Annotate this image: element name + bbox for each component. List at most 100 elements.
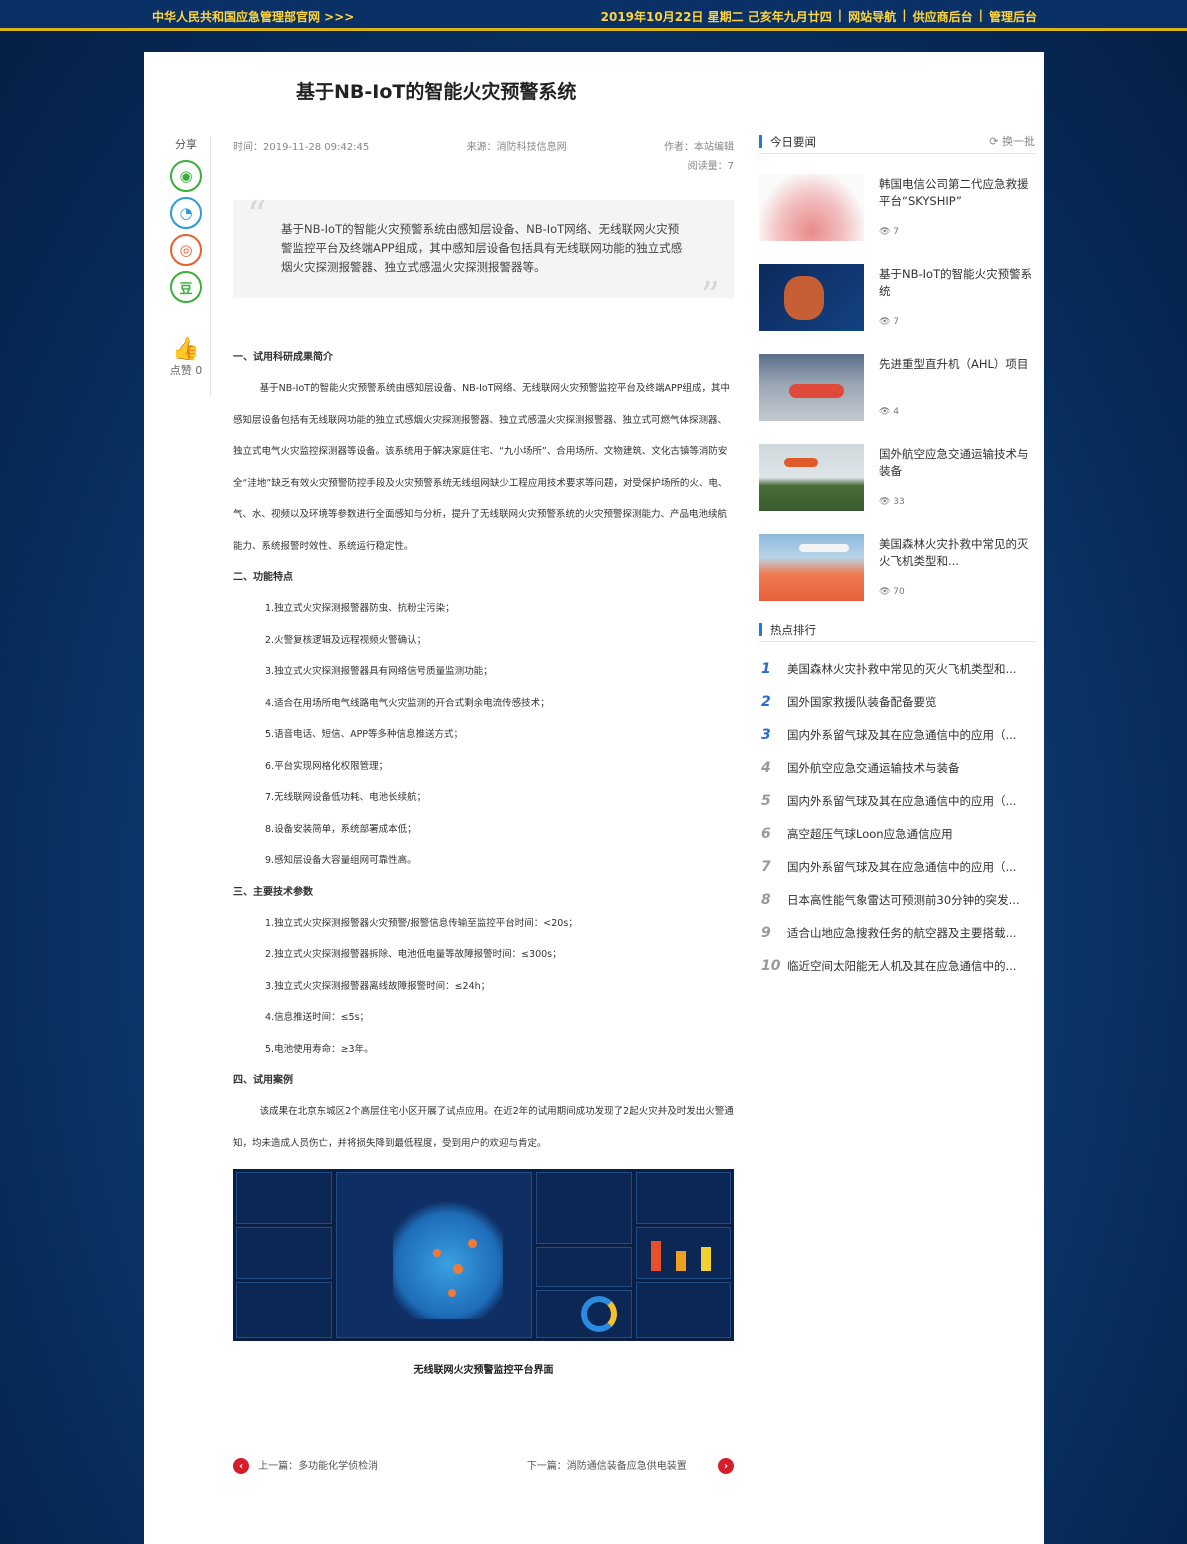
prev-article-title: 上一篇：多功能化学侦检消 [258,1461,379,1472]
feature-item: 7.无线联网设备低功耗、电池长续航； [265,792,427,803]
ranking-item[interactable]: 8 日本高性能气象雷达可预测前30分钟的突发... [759,883,1035,916]
hot-ranking-title: 热点排行 [770,623,816,637]
site-name-link[interactable]: 中华人民共和国应急管理部官网 >>> [152,8,354,25]
admin-backend-link[interactable]: 管理后台 [989,8,1037,25]
like-count: 点赞 0 [169,364,203,377]
douban-icon: 豆 [179,281,193,297]
qq-share-button[interactable]: ◔ [170,197,202,229]
eye-icon: 👁 [879,227,894,237]
news-item[interactable]: 基于NB-IoT的智能火灾预警系统 👁 7 [759,264,1035,354]
refresh-icon: ⟳ [989,135,1002,148]
prev-article-link[interactable]: ‹ 上一篇：多功能化学侦检消 [233,1457,378,1474]
wechat-share-button[interactable]: ◉ [170,160,202,192]
ranking-item[interactable]: 5 国内外系留气球及其在应急通信中的应用（... [759,784,1035,817]
news-thumbnail [759,174,864,241]
hot-ranking-list: 1 美国森林火灾扑救中常见的灭火飞机类型和... 2 国外国家救援队装备配备要览 3… [759,652,1035,982]
next-article-link[interactable]: 下一篇：消防通信装备应急供电装置 › [527,1457,734,1474]
chevron-left-icon: ‹ [233,1458,249,1474]
feature-item: 8.设备安装简单，系统部署成本低； [265,823,417,835]
hot-ranking-header: 热点排行 [759,622,1035,642]
thumbs-up-icon: 👍 [172,337,200,362]
view-count: 👁 33 [879,497,905,507]
ranking-item[interactable]: 7 国内外系留气球及其在应急通信中的应用（... [759,850,1035,883]
article-source: 来源：消防科技信息网 [466,142,567,153]
eye-icon: 👁 [879,587,894,597]
dashboard-image [233,1169,734,1341]
share-label: 分享 [175,138,197,151]
news-thumbnail [759,354,864,421]
news-title: 美国森林火灾扑救中常见的灭火飞机类型和... [879,537,1029,568]
section-paragraph: 基于NB-IoT的智能火灾预警系统由感知层设备、NB-IoT网络、无线联网火灾预… [233,383,730,552]
feature-item: 4.适合在用场所电气线路电气火灾监测的开合式剩余电流传感技术； [265,697,550,709]
refresh-button[interactable]: ⟳ 换一批 [989,133,1035,149]
spec-item: 4.信息推送时间：≤5s； [265,1012,370,1023]
spec-item: 1.独立式火灾探测报警器火灾预警/报警信息传输至监控平台时间：<20s； [265,917,578,929]
qq-icon: ◔ [179,204,193,222]
view-count: 👁 4 [879,407,900,417]
ranking-item[interactable]: 4 国外航空应急交通运输技术与装备 [759,751,1035,784]
summary-quote: “ 基于NB-IoT的智能火灾预警系统由感知层设备、NB-IoT网络、无线联网火… [233,193,734,315]
section-paragraph: 该成果在北京东城区2个高层住宅小区开展了试点应用。在近2年的试用期间成功发现了2… [233,1106,734,1149]
date-text: 2019年10月22日 星期二 己亥年九月廿四 [600,10,832,24]
article-meta: 时间：2019-11-28 09:42:45 来源：消防科技信息网 作者：本站编… [233,138,734,172]
eye-icon: 👁 [879,407,894,417]
section-heading: 一、试用科研成果简介 [233,352,333,363]
feature-item: 6.平台实现网格化权限管理； [265,760,389,772]
view-count: 👁 7 [879,227,900,237]
spec-item: 3.独立式火灾探测报警器离线故障报警时间：≤24h； [265,980,491,992]
ranking-item[interactable]: 10 临近空间太阳能无人机及其在应急通信中的... [759,949,1035,982]
article-body: 一、试用科研成果简介 基于NB-IoT的智能火灾预警系统由感知层设备、NB-Io… [233,342,734,1376]
ranking-item[interactable]: 1 美国森林火灾扑救中常见的灭火飞机类型和... [759,652,1035,685]
eye-icon: 👁 [879,317,894,327]
article-title: 基于NB-IoT的智能火灾预警系统 [296,81,577,103]
news-thumbnail [759,534,864,601]
news-thumbnail [759,444,864,511]
feature-item: 9.感知层设备大容量组网可靠性高。 [265,855,417,866]
top-bar-right: 2019年10月22日 星期二 己亥年九月廿四 | 网站导航 | 供应商后台 |… [600,8,1037,25]
ranking-item[interactable]: 2 国外国家救援队装备配备要览 [759,685,1035,718]
section-heading: 二、功能特点 [233,572,293,583]
news-item[interactable]: 韩国电信公司第二代应急救援平台“SKYSHIP” 👁 7 [759,174,1035,264]
news-item[interactable]: 先进重型直升机（AHL）项目 👁 4 [759,354,1035,444]
feature-item: 3.独立式火灾探测报警器具有网络信号质量监测功能； [265,666,493,677]
spec-item: 2.独立式火灾探测报警器拆除、电池低电量等故障报警时间：≤300s； [265,949,562,960]
today-news-title: 今日要闻 [770,135,816,149]
ranking-item[interactable]: 9 适合山地应急搜救任务的航空器及主要搭载... [759,916,1035,949]
news-title: 韩国电信公司第二代应急救援平台“SKYSHIP” [879,177,1029,208]
section-heading: 三、主要技术参数 [233,886,313,898]
view-count: 👁 70 [879,587,905,597]
view-count: 👁 7 [879,317,900,327]
read-count: 阅读量：7 [687,161,734,172]
news-item[interactable]: 美国森林火灾扑救中常见的灭火飞机类型和... 👁 70 [759,534,1035,624]
supplier-backend-link[interactable]: 供应商后台 [913,8,973,25]
news-thumbnail [759,264,864,331]
like-button[interactable]: 👍 [158,337,214,362]
summary-text: 基于NB-IoT的智能火灾预警系统由感知层设备、NB-IoT网络、无线联网火灾预… [281,222,683,274]
open-quote-icon: “ [247,193,267,237]
news-item[interactable]: 国外航空应急交通运输技术与装备 👁 33 [759,444,1035,534]
wechat-icon: ◉ [179,167,193,185]
news-title: 先进重型直升机（AHL）项目 [879,357,1029,371]
image-caption: 无线联网火灾预警监控平台界面 [413,1365,554,1376]
ranking-item[interactable]: 6 高空超压气球Loon应急通信应用 [759,817,1035,850]
feature-item: 1.独立式火灾探测报警器防虫、抗粉尘污染； [265,603,455,614]
site-nav-link[interactable]: 网站导航 [848,8,896,25]
next-article-title: 下一篇：消防通信装备应急供电装置 [526,1461,687,1472]
ranking-item[interactable]: 3 国内外系留气球及其在应急通信中的应用（... [759,718,1035,751]
close-quote-icon: ” [700,274,720,318]
weibo-icon: ◎ [179,241,193,259]
news-title: 基于NB-IoT的智能火灾预警系统 [879,267,1033,298]
publish-time: 时间：2019-11-28 09:42:45 [233,142,370,153]
today-news-header: 今日要闻 ⟳ 换一批 [759,134,1035,154]
feature-item: 2.火警复核逻辑及远程视频火警确认； [265,634,427,646]
feature-item: 5.语音电话、短信、APP等多种信息推送方式； [265,729,464,740]
prev-next-nav: ‹ 上一篇：多功能化学侦检消 下一篇：消防通信装备应急供电装置 › [233,1457,734,1474]
top-bar: 中华人民共和国应急管理部官网 >>> 2019年10月22日 星期二 己亥年九月… [0,0,1187,31]
section-heading: 四、试用案例 [233,1075,293,1086]
share-column: 分享 ◉ ◔ ◎ 豆 👍 点赞 0 [158,136,214,378]
douban-share-button[interactable]: 豆 [170,271,202,303]
news-title: 国外航空应急交通运输技术与装备 [879,447,1029,478]
divider [210,136,211,396]
spec-item: 5.电池使用寿命：≥3年。 [265,1043,374,1055]
weibo-share-button[interactable]: ◎ [170,234,202,266]
